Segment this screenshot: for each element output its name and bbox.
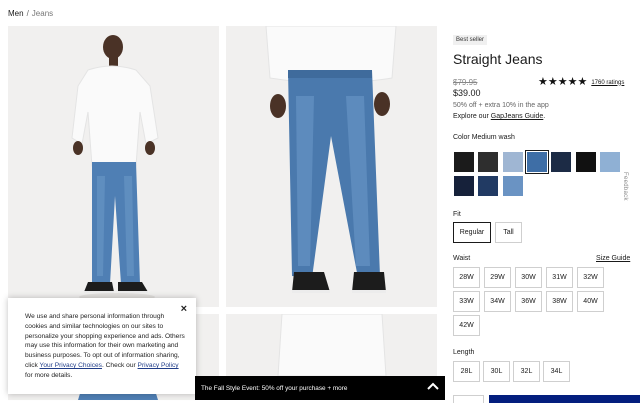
- waist-label: Waist: [453, 255, 471, 262]
- waist-option[interactable]: 28W: [453, 267, 480, 288]
- sale-price: $39.00: [453, 88, 481, 98]
- cookie-text-end: for more details.: [25, 371, 73, 379]
- jeans-guide-line: Explore our GapJeans Guide.: [453, 113, 545, 120]
- promo-text: The Fall Style Event: 50% off your purch…: [201, 384, 348, 392]
- cookie-consent-banner: × We use and share personal information …: [8, 298, 196, 394]
- color-swatch[interactable]: [599, 152, 620, 172]
- color-selected-name: Medium wash: [471, 134, 515, 141]
- promo-bar[interactable]: The Fall Style Event: 50% off your purch…: [195, 376, 445, 400]
- color-swatch[interactable]: [502, 152, 523, 172]
- waist-option[interactable]: 29W: [484, 267, 511, 288]
- waist-option[interactable]: 42W: [453, 315, 480, 336]
- breadcrumb-men-link[interactable]: Men: [8, 9, 24, 18]
- color-swatch[interactable]: [524, 150, 549, 174]
- privacy-policy-link[interactable]: Privacy Policy: [138, 362, 179, 369]
- length-option[interactable]: 28L: [453, 361, 480, 382]
- color-swatch[interactable]: [454, 152, 474, 172]
- product-title: Straight Jeans: [453, 51, 543, 67]
- fit-option-tall[interactable]: Tall: [495, 222, 522, 243]
- color-label-text: Color: [453, 134, 470, 141]
- best-seller-badge: Best seller: [453, 35, 488, 45]
- waist-option[interactable]: 38W: [546, 291, 573, 312]
- quantity-selector[interactable]: [453, 395, 484, 403]
- rating[interactable]: ★★★★★ 1760 ratings: [538, 77, 624, 88]
- length-label: Length: [453, 349, 475, 356]
- color-swatch[interactable]: [551, 152, 572, 172]
- color-swatch[interactable]: [502, 176, 523, 196]
- cookie-close-button[interactable]: ×: [181, 304, 187, 315]
- fit-option-regular[interactable]: Regular: [453, 222, 491, 243]
- app-offer: 50% off + extra 10% in the app: [453, 102, 549, 109]
- color-swatch[interactable]: [478, 152, 499, 172]
- cookie-text-middle: . Check our: [101, 361, 138, 369]
- breadcrumb-current: Jeans: [31, 9, 54, 18]
- privacy-choices-link[interactable]: Your Privacy Choices: [40, 362, 102, 369]
- add-to-bag-button[interactable]: [489, 395, 640, 403]
- feedback-tab[interactable]: Feedback: [622, 172, 628, 201]
- color-label: Color Medium wash: [453, 134, 515, 141]
- guide-prefix: Explore our: [453, 113, 491, 120]
- waist-option[interactable]: 40W: [577, 291, 604, 312]
- color-swatch[interactable]: [478, 176, 499, 196]
- guide-suffix: .: [543, 113, 546, 120]
- color-swatch[interactable]: [454, 176, 474, 196]
- length-option[interactable]: 30L: [483, 361, 510, 382]
- waist-option[interactable]: 30W: [515, 267, 542, 288]
- color-swatch[interactable]: [575, 152, 596, 172]
- product-image-2[interactable]: [226, 26, 437, 307]
- cookie-text: We use and share personal information th…: [25, 313, 185, 369]
- breadcrumb: Men / Jeans: [8, 9, 53, 18]
- waist-option[interactable]: 32W: [577, 267, 604, 288]
- ratings-count-link[interactable]: 1760 ratings: [591, 80, 624, 86]
- waist-option[interactable]: 33W: [453, 291, 480, 312]
- length-option[interactable]: 32L: [513, 361, 540, 382]
- size-guide-link[interactable]: Size Guide: [596, 255, 630, 262]
- original-price: $79.95: [453, 78, 478, 87]
- star-rating-icons: ★★★★★: [538, 76, 588, 88]
- fit-label: Fit: [453, 211, 461, 218]
- waist-option[interactable]: 34W: [484, 291, 511, 312]
- length-option[interactable]: 34L: [543, 361, 570, 382]
- waist-option[interactable]: 36W: [515, 291, 542, 312]
- gapjeans-guide-link[interactable]: GapJeans Guide: [491, 113, 544, 120]
- chevron-up-icon[interactable]: [427, 381, 439, 391]
- breadcrumb-separator: /: [26, 9, 29, 18]
- product-image-1[interactable]: [8, 26, 219, 307]
- waist-option[interactable]: 31W: [546, 267, 573, 288]
